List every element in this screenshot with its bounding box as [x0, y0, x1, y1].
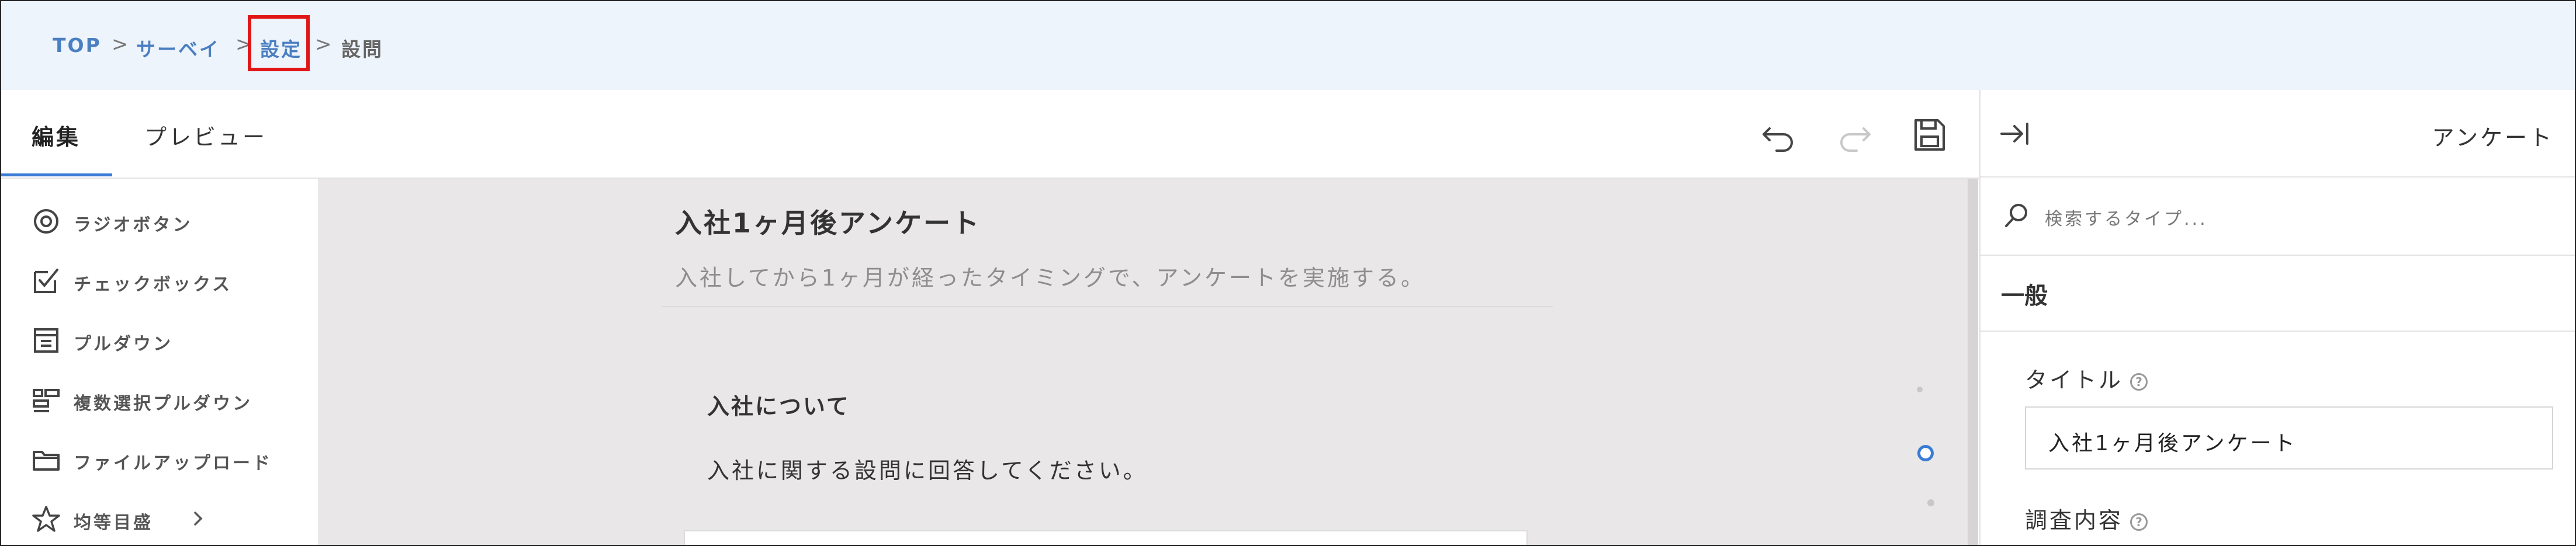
- divider: [662, 306, 1553, 307]
- divider: [1981, 176, 2575, 178]
- search-input[interactable]: 検索するタイプ...: [2045, 204, 2208, 230]
- page-dot-active[interactable]: [1917, 445, 1934, 461]
- palette-item-checkbox[interactable]: チェックボックス: [32, 263, 312, 298]
- breadcrumb-questions: 設問: [341, 38, 383, 61]
- title-field-value: 入社1ヶ月後アンケート: [2048, 432, 2297, 455]
- palette-item-label: プルダウン: [74, 334, 173, 354]
- search-icon: [2005, 204, 2027, 227]
- question-type-palette: ラジオボタン チェックボックス プルダウン 複数選択プルダウン ファイルアップロ…: [1, 179, 317, 545]
- section-general[interactable]: 一般: [2001, 277, 2048, 311]
- chevron-right-icon[interactable]: [189, 507, 207, 530]
- divider: [1981, 255, 2575, 256]
- palette-item-label: 均等目盛: [74, 513, 153, 533]
- highlight-box: [248, 15, 310, 71]
- breadcrumb-top[interactable]: TOP: [53, 34, 102, 57]
- breadcrumb-survey[interactable]: サーベイ: [136, 34, 220, 62]
- redo-icon[interactable]: [1834, 114, 1875, 155]
- dropdown-icon: [34, 328, 58, 353]
- survey-description[interactable]: 入社してから1ヶ月が経ったタイミングで、アンケートを実施する。: [675, 260, 1425, 292]
- save-icon[interactable]: [1909, 114, 1950, 155]
- survey-title[interactable]: 入社1ヶ月後アンケート: [675, 202, 981, 241]
- undo-icon[interactable]: [1758, 114, 1799, 155]
- help-icon[interactable]: ?: [2130, 373, 2148, 391]
- checkbox-icon: [34, 269, 58, 293]
- help-icon[interactable]: ?: [2130, 513, 2148, 531]
- palette-item-dropdown[interactable]: プルダウン: [32, 322, 312, 357]
- tab-preview[interactable]: プレビュー: [144, 119, 267, 151]
- properties-panel: アンケート 検索するタイプ... 一般 タイトル? 入社1ヶ月後アンケート 調査…: [1979, 90, 2575, 545]
- section-description[interactable]: 入社に関する設問に回答してください。: [707, 453, 1148, 485]
- chevron-right-icon: >: [112, 33, 129, 56]
- panel-title: アンケート: [2432, 125, 2554, 151]
- divider: [1981, 331, 2575, 332]
- title-label-text: タイトル: [2025, 367, 2124, 393]
- radio-icon: [34, 209, 58, 234]
- active-tab-indicator: [1, 173, 112, 176]
- editor-tabbar: 編集 プレビュー: [1, 90, 1979, 179]
- page-dot[interactable]: [1917, 387, 1923, 392]
- page-dot[interactable]: [1927, 499, 1934, 506]
- canvas-scrollbar[interactable]: [1968, 179, 1978, 545]
- palette-item-rating-scale[interactable]: 均等目盛: [32, 501, 312, 536]
- question-card[interactable]: [684, 530, 1528, 545]
- chevron-right-icon: >: [315, 33, 332, 56]
- folder-icon: [33, 451, 60, 471]
- tab-edit[interactable]: 編集: [32, 119, 81, 151]
- section-title[interactable]: 入社について: [707, 388, 850, 420]
- field-label-title: タイトル?: [2025, 362, 2148, 394]
- collapse-panel-icon[interactable]: [1999, 119, 2033, 148]
- palette-item-label: ファイルアップロード: [74, 453, 272, 474]
- palette-item-label: チェックボックス: [74, 274, 233, 295]
- content-label-text: 調査内容: [2025, 507, 2124, 533]
- palette-item-multi-dropdown[interactable]: 複数選択プルダウン: [32, 382, 312, 417]
- multi-dropdown-icon: [33, 389, 60, 412]
- palette-item-label: 複数選択プルダウン: [74, 394, 252, 414]
- palette-item-radio[interactable]: ラジオボタン: [32, 203, 312, 238]
- palette-item-file-upload[interactable]: ファイルアップロード: [32, 441, 312, 477]
- field-label-content: 調査内容?: [2025, 502, 2148, 534]
- palette-item-label: ラジオボタン: [74, 215, 193, 235]
- title-field[interactable]: 入社1ヶ月後アンケート: [2025, 406, 2553, 470]
- breadcrumb: TOP > サーベイ > 設定 > 設問: [1, 1, 2575, 90]
- app-window: TOP > サーベイ > 設定 > 設問 編集 プレビュー ラジオボタン チェッ…: [0, 0, 2576, 546]
- star-icon: [32, 506, 60, 532]
- survey-canvas: [318, 179, 1968, 545]
